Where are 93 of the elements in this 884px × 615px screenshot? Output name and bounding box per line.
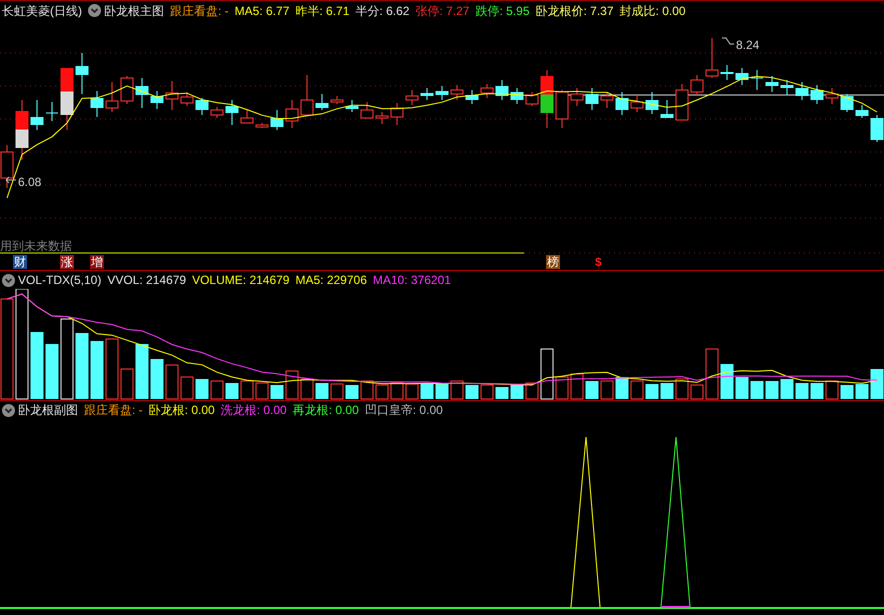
indicator-reading: 昨半: 6.71 <box>295 2 350 20</box>
candlestick <box>420 88 434 100</box>
indicator-reading: 再龙根: 0.00 <box>292 402 359 419</box>
candlestick <box>196 98 208 116</box>
candlestick <box>76 52 88 94</box>
arrow-icon <box>6 176 16 184</box>
candlestick <box>90 90 104 118</box>
collapse-icon[interactable] <box>88 4 101 17</box>
candlestick <box>450 84 464 100</box>
candlestick <box>690 74 704 96</box>
price-label: 8.24 <box>736 37 760 54</box>
indicator-reading: 跟庄看盘: - <box>84 402 143 419</box>
indicator-reading: VVOL: 214679 <box>107 272 186 289</box>
indicator-reading: 张停: 7.27 <box>415 2 470 20</box>
indicator-reading: 凹口皇帝: 0.00 <box>364 402 443 419</box>
collapse-icon[interactable] <box>2 404 15 416</box>
candlestick <box>496 80 508 100</box>
candlestick <box>316 94 328 110</box>
indicator-reading: 封成比: 0.00 <box>620 2 686 20</box>
price-label: 6.08 <box>18 174 42 191</box>
indicator-name[interactable]: VOL-TDX(5,10) <box>18 271 102 289</box>
candlestick <box>150 90 164 110</box>
candlestick <box>330 96 344 104</box>
candlestick <box>750 70 764 90</box>
candlestick <box>406 90 418 106</box>
indicator-name[interactable]: 卧龙根主图 <box>104 2 164 20</box>
indicator-reading: MA5: 229706 <box>295 272 367 289</box>
collapse-icon[interactable] <box>2 274 15 286</box>
candlestick <box>600 92 614 108</box>
candlestick <box>646 92 658 114</box>
candlestick <box>766 76 778 92</box>
candlestick <box>436 86 448 100</box>
candlestick <box>180 92 194 106</box>
candlestick <box>346 100 358 112</box>
candlestick <box>870 114 884 142</box>
candlestick <box>810 84 824 104</box>
candlestick <box>616 92 628 116</box>
candlestick <box>826 88 838 104</box>
candlestick <box>510 88 524 104</box>
candlestick <box>106 82 118 112</box>
candlestick <box>210 106 224 118</box>
indicator-reading: 跟庄看盘: - <box>170 2 229 20</box>
indicator-reading: 洗龙根: 0.00 <box>220 402 287 419</box>
candlestick <box>376 112 388 124</box>
candlestick <box>706 38 718 78</box>
indicator-reading: 卧龙根: 0.00 <box>148 402 215 419</box>
candlestick <box>720 64 734 80</box>
candlestick <box>256 122 268 128</box>
candlestick <box>286 100 298 128</box>
event-marker[interactable]: 财 <box>13 255 27 269</box>
candlestick <box>586 88 598 110</box>
candlestick <box>60 68 74 130</box>
candlestick <box>480 84 494 98</box>
indicator-reading: 半分: 6.62 <box>355 2 410 20</box>
candlestick <box>166 80 178 110</box>
candlestick <box>0 144 14 188</box>
candlestick <box>30 100 44 130</box>
candlestick <box>390 102 404 126</box>
event-marker[interactable]: $ <box>594 255 603 269</box>
candlestick <box>300 74 314 116</box>
leader-line <box>722 38 734 44</box>
candlestick <box>46 102 58 122</box>
event-marker[interactable]: 榜 <box>546 255 560 269</box>
candlestick <box>16 100 28 160</box>
candlestick <box>466 90 478 104</box>
candlestick <box>226 100 238 126</box>
indicator-name[interactable]: 卧龙根副图 <box>18 401 78 419</box>
event-marker[interactable]: 涨 <box>60 255 74 269</box>
candlestick <box>676 84 688 120</box>
stock-title: 长虹美菱(日线) <box>2 2 82 20</box>
indicator-reading: MA10: 376201 <box>372 272 451 289</box>
candlestick <box>556 90 568 128</box>
candlestick <box>660 100 674 118</box>
candlestick <box>360 102 374 118</box>
candlestick <box>526 92 538 106</box>
candlestick <box>840 94 854 112</box>
candlestick <box>240 110 254 124</box>
candlestick <box>780 80 794 96</box>
candlestick <box>630 96 644 112</box>
candlestick <box>856 104 868 118</box>
candlestick <box>540 70 554 128</box>
event-marker[interactable]: 增 <box>90 255 104 269</box>
indicator-reading: 卧龙根价: 7.37 <box>536 2 614 20</box>
candlestick <box>736 68 748 86</box>
candlestick <box>270 110 284 130</box>
indicator-reading: VOLUME: 214679 <box>192 272 290 289</box>
warning-text: 用到未来数据 <box>0 238 72 255</box>
indicator-reading: MA5: 6.77 <box>234 2 290 20</box>
candlestick <box>796 82 808 100</box>
candlestick <box>136 78 148 108</box>
candlestick <box>120 76 134 104</box>
candlestick <box>570 88 584 106</box>
indicator-reading: 跌停: 5.95 <box>475 2 530 20</box>
